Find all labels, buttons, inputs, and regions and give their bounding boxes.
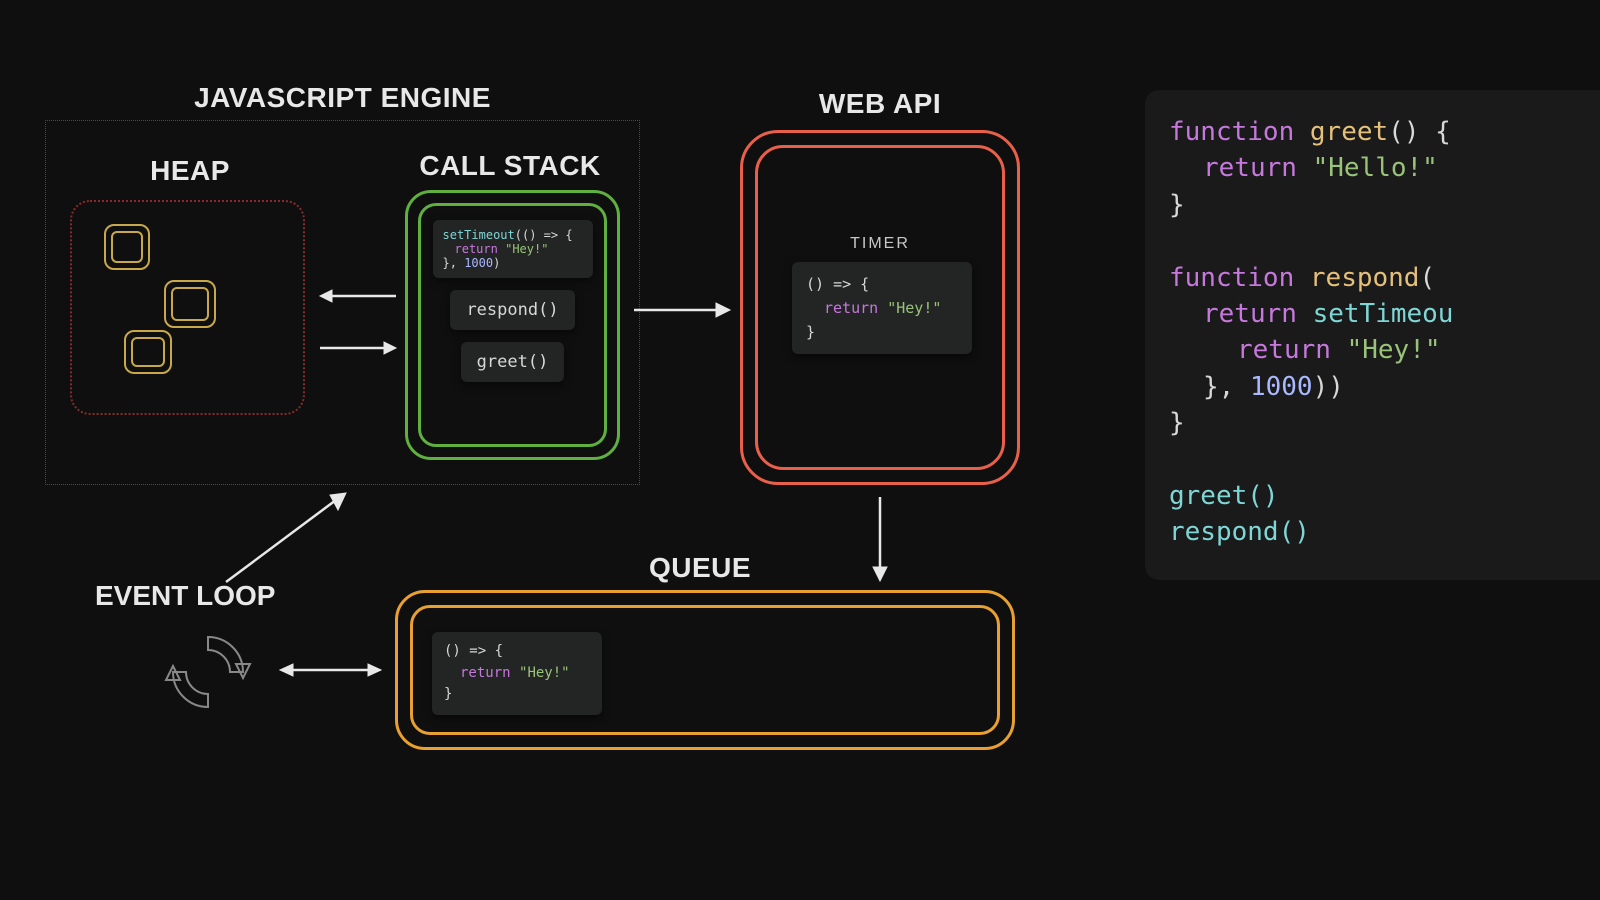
heap-object [104, 224, 150, 270]
heap-box [70, 200, 305, 415]
arrow-eventloop-queue-icon [278, 660, 383, 680]
queue-title: QUEUE [390, 552, 1010, 584]
source-code-panel: function greet() { return "Hello!" } fun… [1145, 90, 1600, 580]
js-engine-title: JAVASCRIPT ENGINE [45, 82, 640, 114]
heap-object [164, 280, 216, 328]
heap-object [124, 330, 172, 374]
arrow-heap-left-icon [318, 286, 398, 306]
heap-title: HEAP [80, 155, 300, 187]
call-stack-box: setTimeout(() => { return "Hey!" }, 1000… [405, 190, 620, 460]
timer-callback-code: () => { return "Hey!" } [792, 262, 972, 354]
arrow-webapi-to-queue-icon [870, 495, 890, 583]
timer-title: TIMER [800, 235, 960, 253]
event-loop-icon [158, 622, 258, 722]
call-stack-title: CALL STACK [395, 150, 625, 182]
web-api-title: WEB API [735, 88, 1025, 120]
arrow-heap-right-icon [318, 338, 398, 358]
stack-frame: greet() [461, 342, 565, 382]
stack-frame: respond() [450, 290, 574, 330]
stack-frame: setTimeout(() => { return "Hey!" }, 1000… [433, 220, 593, 278]
arrow-eventloop-diag-icon [218, 490, 348, 590]
queue-callback-code: () => { return "Hey!" } [432, 632, 602, 715]
arrow-stack-to-webapi-icon [632, 300, 732, 320]
